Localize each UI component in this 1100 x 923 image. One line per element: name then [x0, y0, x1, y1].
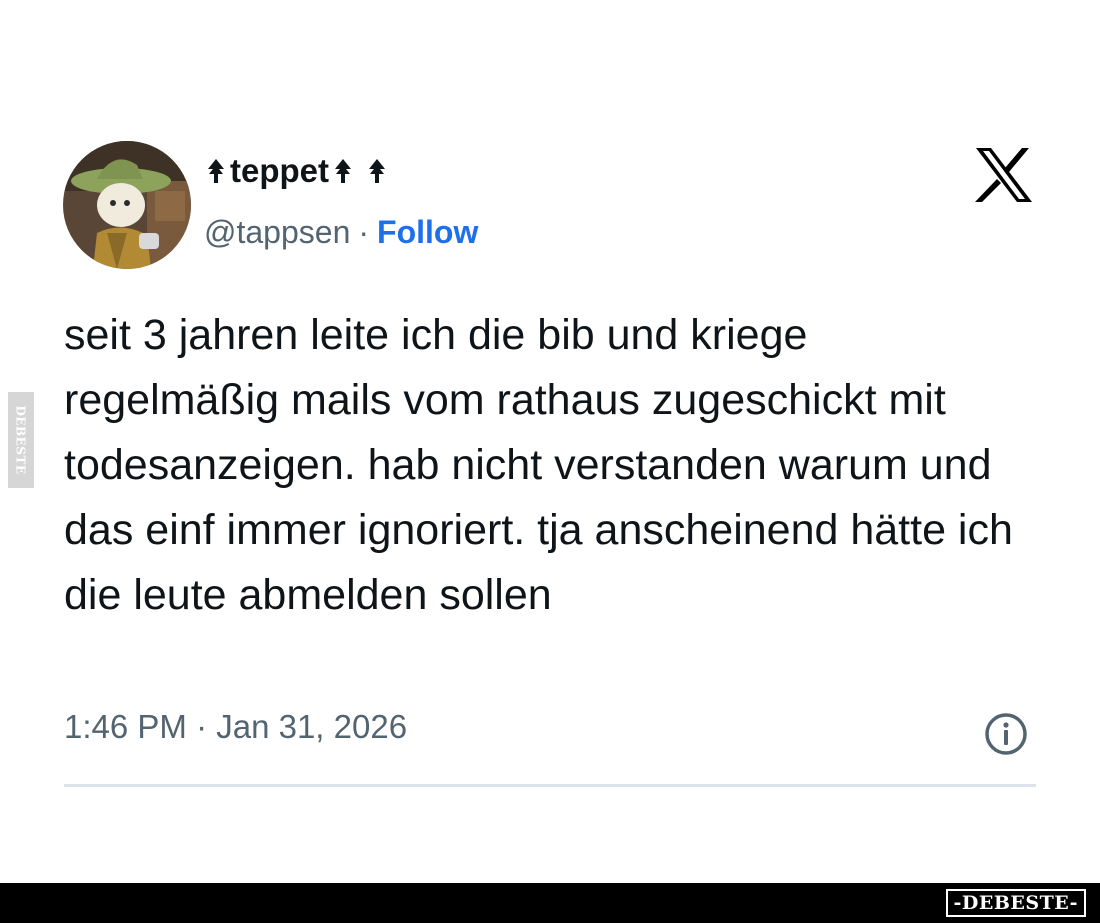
separator-dot: · — [358, 214, 370, 250]
display-name[interactable]: teppet — [206, 152, 387, 190]
tree-arrow-icon — [206, 157, 226, 185]
timestamp[interactable]: 1:46 PM · Jan 31, 2026 — [64, 708, 407, 746]
avatar[interactable] — [63, 141, 191, 269]
tree-arrow-icon — [333, 157, 353, 185]
info-icon[interactable] — [983, 711, 1029, 757]
side-watermark-text: DEBESTE — [14, 405, 28, 475]
handle-row: @tappsen · Follow — [204, 214, 478, 251]
follow-button[interactable]: Follow — [377, 214, 478, 251]
x-logo-icon[interactable] — [974, 146, 1034, 204]
bottom-watermark-bar: -DEBESTE- — [0, 883, 1100, 923]
side-watermark: DEBESTE — [8, 392, 34, 488]
tweet-text: seit 3 jahren leite ich die bib und krie… — [64, 311, 1013, 619]
divider — [64, 784, 1036, 787]
tree-arrow-icon — [367, 157, 387, 185]
user-handle[interactable]: @tappsen — [204, 214, 350, 251]
brand-watermark: -DEBESTE- — [945, 889, 1086, 917]
display-name-text: teppet — [230, 152, 329, 189]
